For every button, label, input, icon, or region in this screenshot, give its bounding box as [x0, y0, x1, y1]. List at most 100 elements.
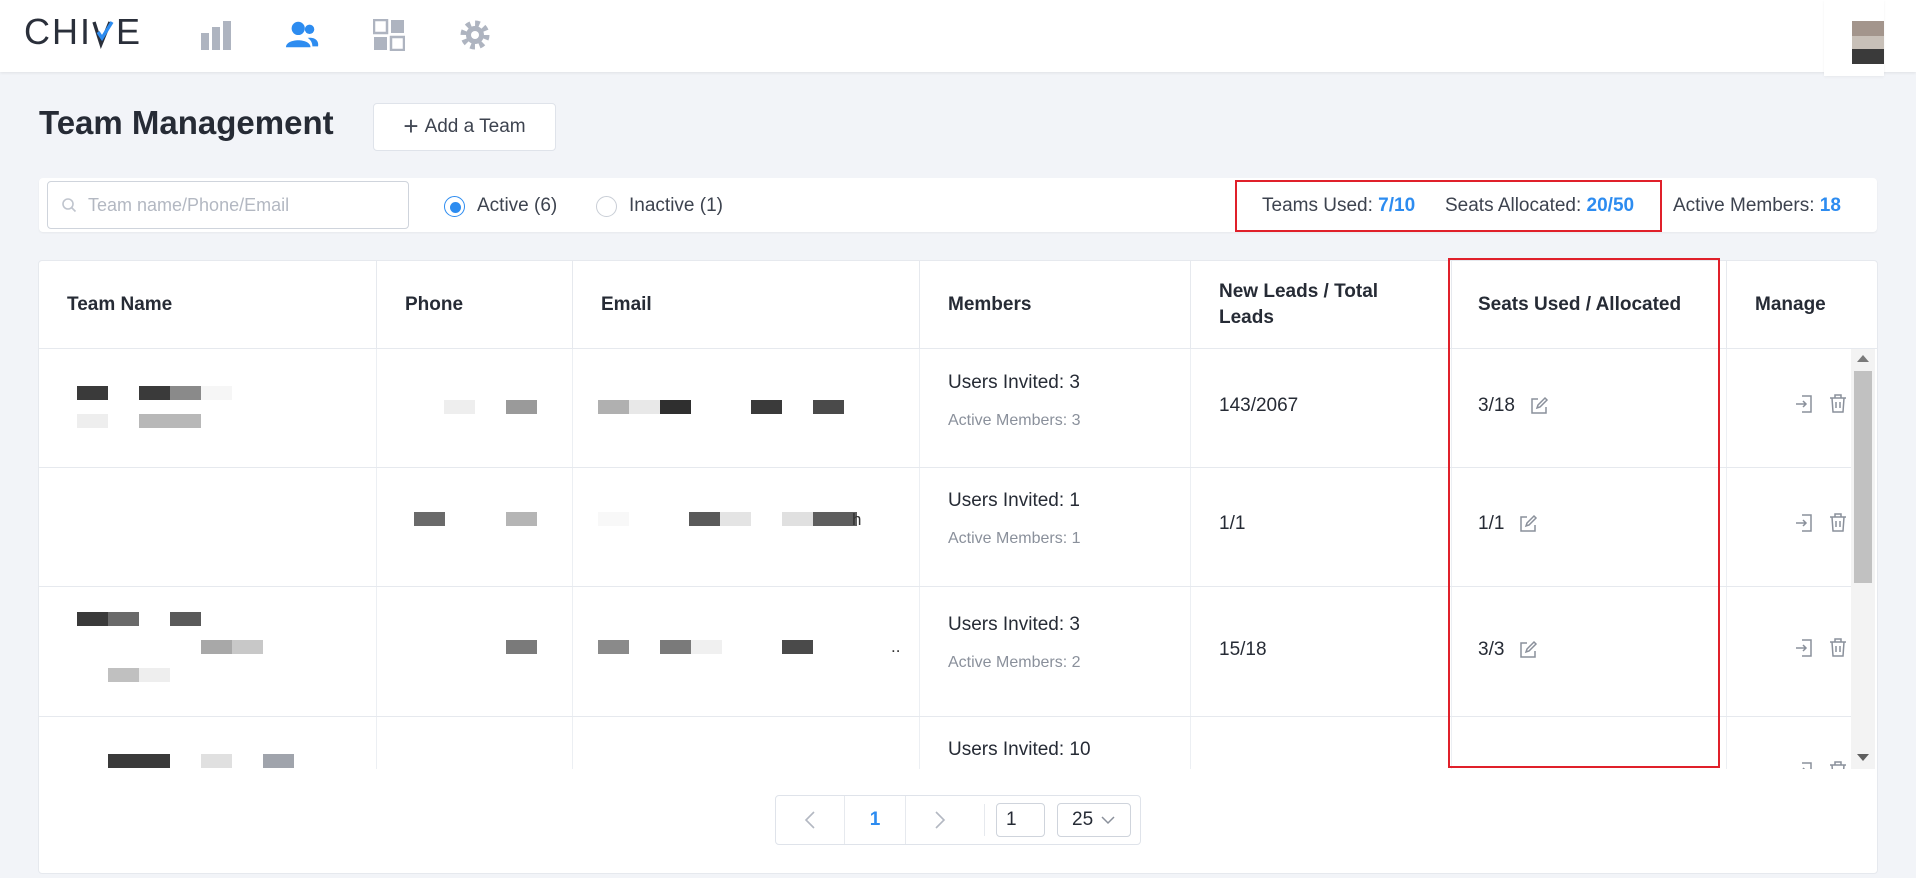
page-title: Team Management	[39, 104, 334, 141]
users-invited-text: Users Invited: 1	[948, 490, 1080, 511]
delete-team-icon[interactable]	[1828, 637, 1848, 658]
login-as-team-icon[interactable]	[1794, 394, 1814, 414]
phone-cell	[377, 717, 573, 769]
pager-divider	[984, 804, 985, 836]
redacted-text	[170, 612, 201, 626]
members-cell: Users Invited: 1 Active Members: 1	[920, 468, 1191, 586]
column-header-leads[interactable]: New Leads / Total Leads	[1191, 261, 1452, 349]
add-team-label: Add a Team	[424, 116, 526, 137]
bar-chart-icon[interactable]	[199, 18, 233, 52]
active-members-label: Active Members:	[1673, 195, 1815, 216]
login-as-team-icon[interactable]	[1794, 513, 1814, 533]
add-team-button[interactable]: + Add a Team	[373, 103, 556, 151]
leads-cell: 15/18	[1191, 587, 1452, 716]
users-invited-text: Users Invited: 3	[948, 372, 1080, 393]
column-header-phone[interactable]: Phone	[377, 261, 573, 349]
svg-text:E: E	[116, 16, 143, 50]
email-suffix: h	[852, 510, 862, 529]
radio-active-label: Active (6)	[477, 195, 558, 216]
email-cell: ..	[573, 587, 920, 716]
email-cell: h	[573, 468, 920, 586]
avatar-image-part	[1852, 21, 1884, 36]
phone-cell	[377, 349, 573, 467]
redacted-text	[813, 400, 844, 414]
scroll-down-arrow-icon[interactable]	[1857, 754, 1869, 761]
radio-active-indicator[interactable]	[444, 195, 465, 217]
redacted-text	[598, 640, 629, 654]
redacted-text	[813, 512, 857, 526]
svg-text:CHI: CHI	[24, 16, 92, 50]
phone-cell	[377, 468, 573, 586]
radio-active[interactable]: Active (6)	[444, 195, 557, 217]
login-as-team-icon[interactable]	[1794, 638, 1814, 658]
delete-team-icon[interactable]	[1828, 393, 1848, 414]
table-scrollbar[interactable]	[1851, 349, 1875, 769]
redacted-text	[77, 414, 108, 428]
team-name-cell	[39, 349, 377, 467]
team-name-cell	[39, 717, 377, 769]
redacted-text	[139, 386, 170, 400]
redacted-text	[598, 512, 629, 526]
radio-inactive-indicator[interactable]	[596, 195, 617, 217]
email-suffix: ..	[891, 637, 901, 656]
redacted-text	[444, 400, 475, 414]
redacted-text	[77, 386, 108, 400]
redacted-text	[506, 512, 537, 526]
scrollbar-thumb[interactable]	[1854, 371, 1872, 583]
redacted-text	[689, 512, 720, 526]
column-header-members[interactable]: Members	[920, 261, 1191, 349]
members-cell: Users Invited: 3 Active Members: 3	[920, 349, 1191, 467]
chevron-left-icon	[804, 811, 815, 829]
manage-cell	[1727, 349, 1851, 467]
search-box[interactable]	[47, 181, 409, 229]
radio-inactive-label: Inactive (1)	[629, 195, 723, 216]
search-input[interactable]	[88, 182, 398, 228]
chevron-down-icon	[1101, 815, 1115, 824]
delete-team-icon[interactable]	[1828, 512, 1848, 533]
leads-value: 1/1	[1219, 513, 1246, 534]
leads-value: 143/2067	[1219, 395, 1299, 416]
leads-value: 15/18	[1219, 639, 1267, 660]
redacted-text	[414, 512, 445, 526]
redacted-text	[170, 386, 201, 400]
redacted-text	[139, 754, 170, 768]
next-page-button[interactable]	[906, 796, 974, 844]
active-members-text: Active Members: 2	[948, 654, 1081, 671]
login-as-team-icon[interactable]	[1794, 761, 1814, 769]
active-members-stat: Active Members: 18	[1673, 195, 1841, 217]
page-1-button[interactable]: 1	[845, 796, 905, 844]
dashboard-grid-icon[interactable]	[372, 18, 406, 52]
redacted-text	[720, 512, 751, 526]
column-header-team-name[interactable]: Team Name	[39, 261, 377, 349]
seats-column-highlight-box	[1448, 258, 1720, 768]
user-avatar[interactable]	[1824, 0, 1884, 76]
team-name-cell	[39, 587, 377, 716]
delete-team-icon[interactable]	[1828, 760, 1848, 769]
chevron-right-icon	[935, 811, 946, 829]
column-header-email[interactable]: Email	[573, 261, 920, 349]
plus-icon: +	[403, 111, 419, 141]
leads-cell: 143/2067	[1191, 349, 1452, 467]
page-jump-input[interactable]	[996, 803, 1045, 837]
settings-gear-icon[interactable]	[458, 18, 492, 52]
radio-inactive[interactable]: Inactive (1)	[596, 195, 723, 217]
team-users-icon[interactable]	[285, 18, 319, 52]
pagination: 1 25	[775, 795, 1141, 845]
redacted-text	[77, 612, 108, 626]
active-members-text: Active Members: 1	[948, 530, 1081, 547]
active-members-text: Active Members: 3	[948, 412, 1081, 429]
prev-page-button[interactable]	[776, 796, 844, 844]
redacted-text	[201, 386, 232, 400]
redacted-text	[506, 640, 537, 654]
redacted-text	[660, 400, 691, 414]
email-cell	[573, 717, 920, 769]
leads-cell: 1/1	[1191, 468, 1452, 586]
scroll-up-arrow-icon[interactable]	[1857, 355, 1869, 362]
phone-cell	[377, 587, 573, 716]
redacted-text	[598, 400, 629, 414]
manage-cell	[1727, 717, 1851, 769]
page-size-select[interactable]: 25	[1057, 803, 1131, 837]
redacted-text	[108, 668, 139, 682]
redacted-text	[263, 754, 294, 768]
users-invited-text: Users Invited: 3	[948, 614, 1080, 635]
